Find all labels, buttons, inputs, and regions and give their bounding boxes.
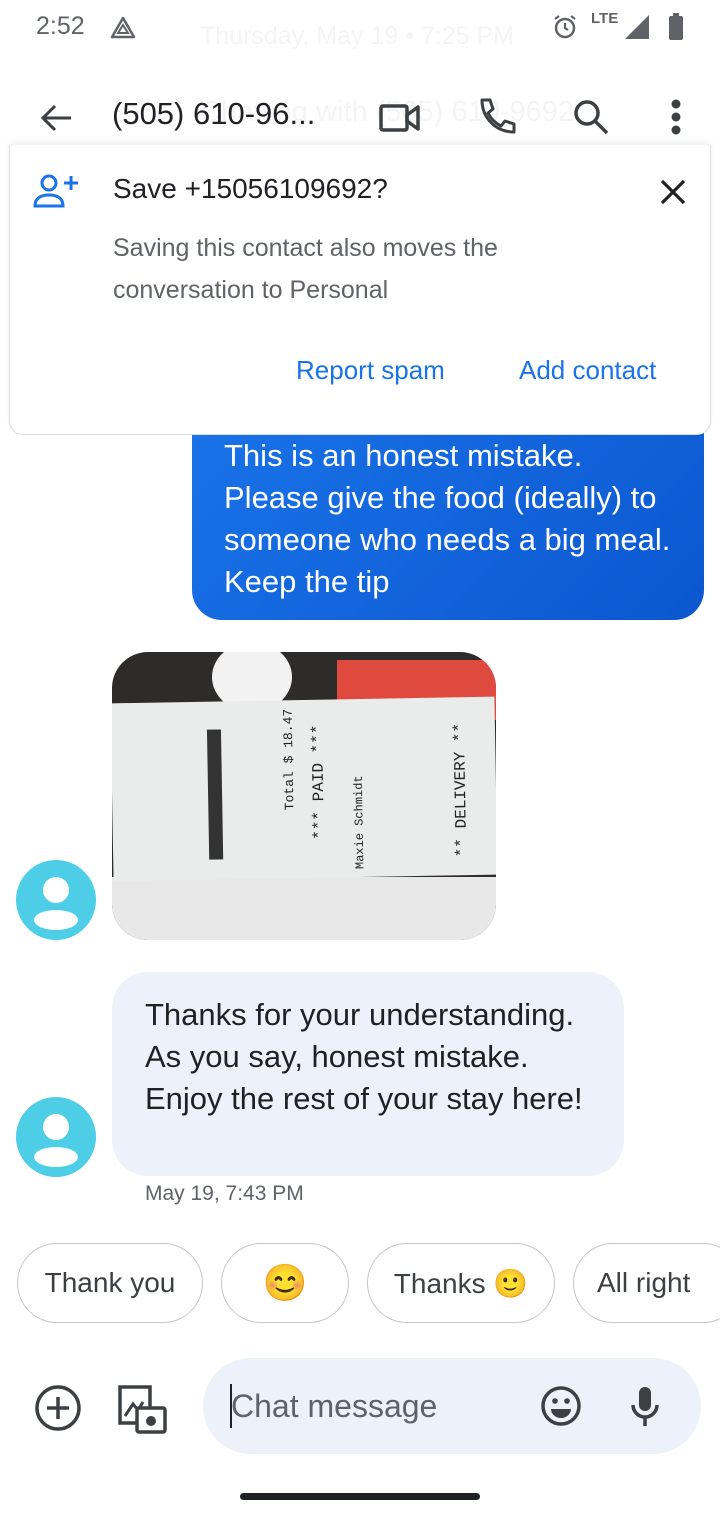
smart-reply-chip[interactable]: All right [573,1243,720,1323]
network-type: LTE [591,10,619,27]
gallery-camera-icon[interactable] [116,1383,168,1435]
outgoing-message-bubble[interactable]: This is an honest mistake. Please give t… [192,405,704,620]
home-gesture-bar[interactable] [240,1493,480,1500]
add-attachment-icon[interactable] [33,1383,83,1433]
more-options-icon[interactable] [664,96,688,138]
chat-message-placeholder: Chat message [231,1388,438,1424]
smart-reply-chip[interactable]: 😊 [221,1243,349,1323]
save-contact-title: Save +15056109692? [113,173,388,204]
video-call-icon[interactable] [378,96,422,140]
contact-avatar[interactable] [16,860,96,940]
ghost-date: Thursday, May 19 • 7:25 PM [200,22,514,51]
receipt: *** PAID *** Total $ 18.47 Maxie Schmidt… [112,696,496,882]
alarm-icon [550,12,580,42]
save-contact-subtitle: Saving this contact also moves the conve… [113,234,498,304]
smart-reply-chip[interactable]: Thank you [17,1243,203,1323]
drive-icon [108,14,138,42]
emoji-icon[interactable] [539,1384,583,1428]
person-add-icon [32,173,80,209]
search-icon[interactable] [570,96,612,138]
battery-icon [666,12,686,42]
receipt-paid: *** PAID *** [308,724,329,840]
chat-message-input[interactable]: Chat message [203,1358,701,1454]
microphone-icon[interactable] [625,1384,665,1428]
message-timestamp: May 19, 7:43 PM [145,1182,304,1205]
person-icon [34,1114,78,1167]
save-contact-card: Save +15056109692? Saving this contact a… [9,145,711,435]
signal-icon [624,14,650,40]
bag-white-panel [112,877,496,940]
incoming-message-bubble[interactable]: Thanks for your understanding. As you sa… [112,972,624,1176]
receipt-name: Maxie Schmidt [351,775,368,870]
person-icon [34,877,78,930]
message-text: This is an honest mistake. Please give t… [224,438,671,599]
receipt-delivery: ** DELIVERY ** [450,722,472,858]
receipt-photo[interactable]: *** PAID *** Total $ 18.47 Maxie Schmidt… [112,652,496,940]
receipt-highlight [206,729,224,860]
smart-reply-chip[interactable]: Thanks 🙂 [367,1243,555,1323]
phone-call-icon[interactable] [474,94,518,138]
status-time: 2:52 [36,12,85,40]
report-spam-button[interactable]: Report spam [296,355,445,386]
message-text: Thanks for your understanding. As you sa… [145,997,583,1116]
contact-avatar[interactable] [16,1097,96,1177]
receipt-total: Total $ 18.47 [280,708,298,811]
back-arrow-icon[interactable] [36,98,76,138]
add-contact-button[interactable]: Add contact [519,355,656,386]
close-icon[interactable] [655,175,691,209]
conversation-title[interactable]: (505) 610-96... [112,96,315,132]
